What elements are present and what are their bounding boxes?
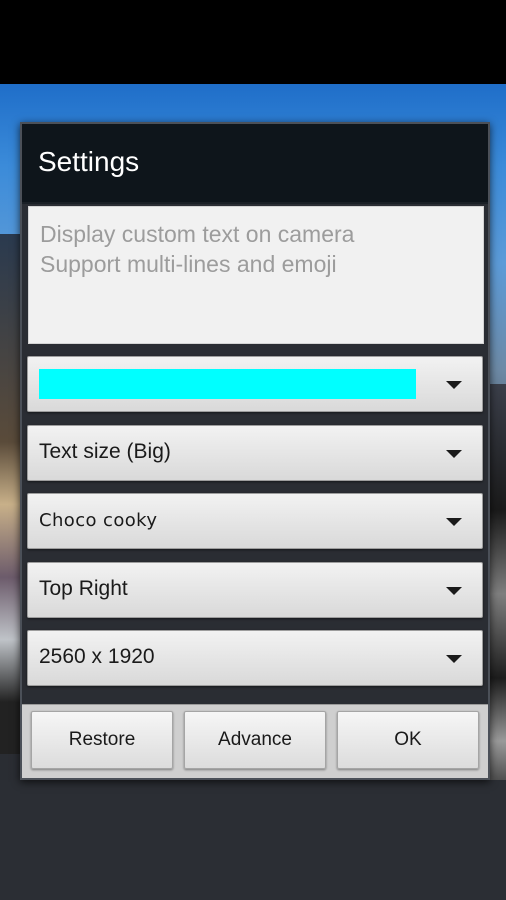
text-size-spinner[interactable]: Text size (Big) bbox=[27, 425, 483, 481]
dialog-button-bar: Restore Advance OK bbox=[22, 704, 488, 778]
settings-dialog: Settings Display custom text on camera S… bbox=[20, 122, 490, 780]
camera-preview-bottom bbox=[0, 780, 506, 900]
font-spinner[interactable]: Choco cooky bbox=[27, 493, 483, 549]
restore-button[interactable]: Restore bbox=[31, 711, 173, 769]
dialog-header: Settings bbox=[22, 124, 488, 204]
text-size-value: Text size (Big) bbox=[39, 440, 171, 463]
chevron-down-icon bbox=[446, 587, 462, 595]
status-bar bbox=[0, 0, 506, 84]
dialog-title: Settings bbox=[38, 146, 140, 177]
resolution-spinner[interactable]: 2560 x 1920 bbox=[27, 630, 483, 686]
text-position-value: Top Right bbox=[39, 577, 128, 600]
chevron-down-icon bbox=[446, 450, 462, 458]
chevron-down-icon bbox=[446, 655, 462, 663]
font-value: Choco cooky bbox=[39, 510, 158, 531]
chevron-down-icon bbox=[446, 518, 462, 526]
text-color-spinner[interactable] bbox=[27, 356, 483, 412]
ok-button[interactable]: OK bbox=[337, 711, 479, 769]
text-position-spinner[interactable]: Top Right bbox=[27, 562, 483, 618]
advance-button[interactable]: Advance bbox=[184, 711, 326, 769]
chevron-down-icon bbox=[446, 381, 462, 389]
resolution-value: 2560 x 1920 bbox=[39, 645, 155, 668]
custom-text-input[interactable]: Display custom text on camera Support mu… bbox=[28, 206, 484, 344]
text-color-swatch bbox=[39, 369, 416, 399]
